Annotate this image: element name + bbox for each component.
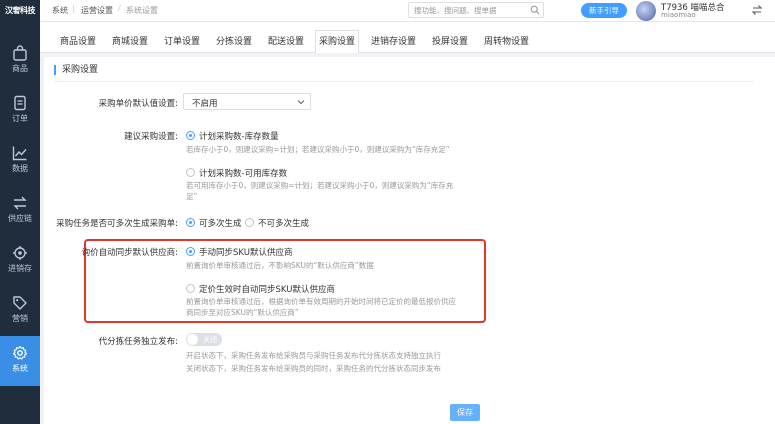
agency-sorting-label: 代分拣任务独立发布: <box>98 337 178 347</box>
suggest-option-available-hint: 若可用库存小于0，则建议采购=计划；若建议采购小于0，则建议采购为“库存充 <box>186 181 454 190</box>
sidebar-item-orders[interactable]: 订单 <box>0 86 40 136</box>
guide-button[interactable]: 新手引导 <box>581 3 627 18</box>
sidebar: 商品 订单 数据 供应链 进销存 营销 系统 <box>0 22 40 424</box>
radio-label: 不可多次生成 <box>258 219 310 229</box>
radio-label: 计划采购数-库存数量 <box>199 132 279 142</box>
sidebar-item-data[interactable]: 数据 <box>0 136 40 186</box>
breadcrumb-item-operation[interactable]: 运营设置 <box>81 5 113 16</box>
unit-price-select[interactable]: 不启用 <box>183 93 311 110</box>
inquiry-option-manual[interactable]: 手动同步SKU默认供应商 <box>186 246 292 258</box>
sidebar-item-label: 系统 <box>12 364 28 373</box>
sidebar-item-supply-chain[interactable]: 供应链 <box>0 186 40 236</box>
inquiry-option-auto[interactable]: 定价生效时自动同步SKU默认供应商 <box>186 283 335 295</box>
sidebar-item-label: 商品 <box>12 64 28 73</box>
multi-option-no[interactable]: 不可多次生成 <box>245 217 309 229</box>
radio-unchecked[interactable] <box>245 218 254 227</box>
tag-icon <box>13 296 27 310</box>
sidebar-item-marketing[interactable]: 营销 <box>0 286 40 336</box>
suggest-option-stock-hint: 若库存小于0，则建议采购=计划；若建议采购小于0，则建议采购为“库存充足” <box>186 145 450 154</box>
switch-icon[interactable] <box>751 4 763 16</box>
breadcrumb-item-current: 系统设置 <box>126 6 158 15</box>
tab-inventory-settings[interactable]: 进销存设置 <box>367 30 420 53</box>
tab-purchase-settings[interactable]: 采购设置 <box>315 30 360 53</box>
sidebar-item-label: 营销 <box>12 314 28 323</box>
radio-checked[interactable] <box>186 218 195 227</box>
tab-goods-settings[interactable]: 商品设置 <box>56 30 100 53</box>
chart-line-icon <box>12 146 27 161</box>
radio-checked[interactable] <box>186 131 195 140</box>
search-icon[interactable] <box>530 5 540 15</box>
radio-checked[interactable] <box>186 247 195 256</box>
tab-delivery-settings[interactable]: 配送设置 <box>264 30 308 53</box>
agency-sorting-toggle[interactable]: 关闭 <box>186 333 222 346</box>
search-input[interactable] <box>409 3 527 17</box>
user-account: miaomiao <box>661 11 696 19</box>
radio-label: 可多次生成 <box>199 219 242 229</box>
section-title: 采购设置 <box>54 65 98 75</box>
inquiry-option-auto-hint-cont: 商同步至对应SKU的“默认供应商” <box>186 308 299 317</box>
tab-mall-settings[interactable]: 商城设置 <box>108 30 152 53</box>
radio-unchecked[interactable] <box>186 168 195 177</box>
tab-order-settings[interactable]: 订单设置 <box>160 30 204 53</box>
breadcrumb-item-system[interactable]: 系统 <box>52 5 68 16</box>
agency-sorting-hint-off: 关闭状态下，采购任务发布给采购员的同时，采购任务的代分拣状态同步发布 <box>186 364 441 373</box>
document-icon <box>14 95 26 111</box>
multi-order-label: 采购任务是否可多次生成采购单: <box>56 219 178 229</box>
tab-sorting-settings[interactable]: 分拣设置 <box>212 30 256 53</box>
radio-label: 定价生效时自动同步SKU默认供应商 <box>199 285 335 295</box>
suggest-option-available[interactable]: 计划采购数-可用库存数 <box>186 167 287 179</box>
suggest-option-available-hint-cont: 足” <box>186 192 198 201</box>
settings-tabs: 商品设置 商城设置 订单设置 分拣设置 配送设置 采购设置 进销存设置 投屏设置… <box>40 22 775 53</box>
select-value: 不启用 <box>192 99 218 109</box>
toggle-label: 关闭 <box>203 335 217 344</box>
breadcrumb-separator: | <box>72 4 75 13</box>
toggle-knob <box>187 334 198 345</box>
sidebar-item-label: 供应链 <box>8 214 32 223</box>
suggest-purchase-label: 建议采购设置: <box>124 132 178 142</box>
inquiry-sync-label: 询价自动同步默认供应商: <box>81 248 178 258</box>
sidebar-item-label: 订单 <box>12 114 28 123</box>
avatar[interactable] <box>636 1 656 21</box>
tab-turnover-settings[interactable]: 周转物设置 <box>480 30 533 53</box>
tab-screen-settings[interactable]: 投屏设置 <box>428 30 472 53</box>
sidebar-item-system[interactable]: 系统 <box>0 336 40 386</box>
breadcrumb-separator: / <box>118 4 121 13</box>
unit-price-label: 采购单价默认值设置: <box>98 99 178 109</box>
suggest-option-stock[interactable]: 计划采购数-库存数量 <box>186 130 279 142</box>
gear-cluster-icon <box>13 246 27 260</box>
section-divider <box>54 81 754 82</box>
sidebar-item-label: 数据 <box>12 164 28 173</box>
chevron-down-icon <box>297 100 305 105</box>
sidebar-item-inventory[interactable]: 进销存 <box>0 236 40 286</box>
save-button[interactable]: 保存 <box>450 404 480 421</box>
exchange-icon <box>13 196 27 210</box>
top-bar: 汉奢科技 系统 | 运营设置 / 系统设置 新手引导 T7936 喵喵总合 mi… <box>0 0 775 22</box>
app-logo[interactable]: 汉奢科技 <box>0 0 40 22</box>
radio-label: 手动同步SKU默认供应商 <box>199 248 293 258</box>
inquiry-option-manual-hint: 前置询价单审核通过后，不影响SKU的“默认供应商”数据 <box>186 261 374 270</box>
sidebar-item-goods[interactable]: 商品 <box>0 36 40 86</box>
radio-label: 计划采购数-可用库存数 <box>199 169 288 179</box>
bag-icon <box>13 45 27 61</box>
purchase-settings-panel: 采购设置 采购单价默认值设置: 不启用 建议采购设置: 计划采购数-库存数量 若… <box>44 57 775 424</box>
multi-option-yes[interactable]: 可多次生成 <box>186 217 242 229</box>
settings-icon <box>12 345 28 360</box>
agency-sorting-hint-on: 开启状态下，采购任务发布给采购员与采购任务发布代分拣状态支持独立执行 <box>186 351 441 360</box>
global-search[interactable] <box>408 2 544 18</box>
inquiry-option-auto-hint: 前置询价单审核通过后，根据询价单有效周期的开始时间将已定价的最低报价供应 <box>186 297 456 306</box>
sidebar-item-label: 进销存 <box>8 264 32 273</box>
radio-unchecked[interactable] <box>186 284 195 293</box>
